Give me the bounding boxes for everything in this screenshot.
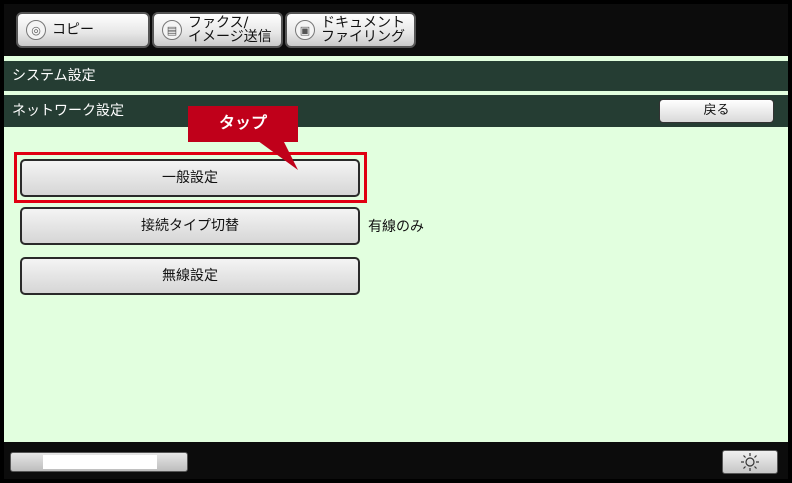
tab-fax-image-send[interactable]: ▤ ファクス/イメージ送信 xyxy=(152,12,283,48)
screen-title: システム設定 xyxy=(12,68,96,84)
document-filing-icon: ▣ xyxy=(295,20,315,40)
tab-copy-label: コピー xyxy=(52,22,94,38)
tap-callout: タップ xyxy=(188,106,298,142)
general-settings-button[interactable]: 一般設定 xyxy=(20,159,360,197)
tab-document-filing-label: ドキュメント ファイリング xyxy=(321,15,405,45)
touch-screen: ◎ コピー ▤ ファクス/イメージ送信 ▣ ドキュメント ファイリング システム設… xyxy=(4,4,788,479)
copy-icon: ◎ xyxy=(26,20,46,40)
status-bar xyxy=(4,442,788,479)
job-status-indicator[interactable] xyxy=(10,452,188,472)
brightness-button[interactable] xyxy=(722,450,778,474)
connection-type-switch-button[interactable]: 接続タイプ切替 xyxy=(20,207,360,245)
tab-document-filing[interactable]: ▣ ドキュメント ファイリング xyxy=(285,12,416,48)
fax-icon: ▤ xyxy=(162,20,182,40)
job-status-display xyxy=(43,455,157,469)
device-frame: ◎ コピー ▤ ファクス/イメージ送信 ▣ ドキュメント ファイリング システム設… xyxy=(0,0,792,483)
connection-type-value: 有線のみ xyxy=(368,219,424,235)
screen-subtitle: ネットワーク設定 xyxy=(12,103,124,119)
screen-title-bar: システム設定 xyxy=(4,61,788,91)
screen-subtitle-bar: ネットワーク設定 戻る xyxy=(4,95,788,127)
back-button[interactable]: 戻る xyxy=(659,99,774,123)
wireless-settings-button[interactable]: 無線設定 xyxy=(20,257,360,295)
tab-copy[interactable]: ◎ コピー xyxy=(16,12,150,48)
mode-tab-bar: ◎ コピー ▤ ファクス/イメージ送信 ▣ ドキュメント ファイリング xyxy=(4,4,788,56)
tab-fax-label: ファクス/イメージ送信 xyxy=(188,15,272,45)
brightness-icon xyxy=(741,453,759,471)
